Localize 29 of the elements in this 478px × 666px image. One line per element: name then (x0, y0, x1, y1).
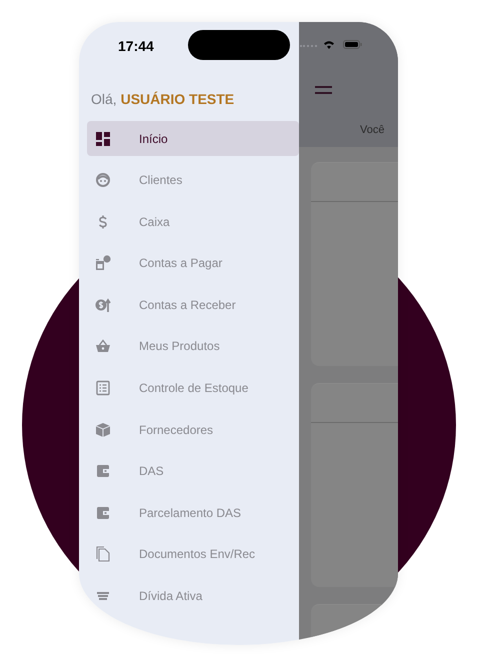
wallet-icon (95, 504, 111, 521)
menu-item[interactable]: Dívida Ativa (87, 578, 299, 614)
menu-item[interactable]: Contas a Pagar (87, 246, 299, 281)
menu-item[interactable]: DAS (87, 454, 299, 489)
wifi-icon (323, 39, 335, 49)
dashboard-icon (95, 130, 111, 146)
documents-icon (95, 546, 111, 562)
menu-item[interactable]: Parcelamento DAS (87, 495, 299, 530)
coin-arrow-icon (95, 296, 111, 313)
menu-item[interactable]: Documentos Env/Rec (87, 536, 299, 572)
menu-item[interactable]: Caixa (87, 204, 299, 240)
page-subtitle: Você (360, 124, 384, 136)
status-time: 17:44 (118, 38, 154, 54)
menu-item[interactable]: Meus Produtos (87, 328, 299, 364)
calculator-icon (95, 255, 111, 272)
face-icon (95, 172, 111, 188)
menu-item[interactable]: Clientes (87, 162, 299, 198)
stack-icon (96, 592, 110, 600)
greeting-text: Olá, USUÁRIO TESTE (91, 91, 236, 107)
list-icon (95, 380, 111, 396)
battery-icon (343, 40, 362, 49)
box-icon (95, 422, 111, 438)
menu-icon[interactable] (315, 86, 332, 94)
wallet-icon (95, 463, 111, 480)
menu-item[interactable]: Controle de Estoque (87, 370, 299, 406)
basket-icon (95, 338, 111, 354)
menu-item[interactable]: Início (87, 121, 299, 156)
menu-item[interactable]: Contas a Receber (87, 287, 299, 322)
menu-item[interactable]: Fornecedores (87, 412, 299, 448)
